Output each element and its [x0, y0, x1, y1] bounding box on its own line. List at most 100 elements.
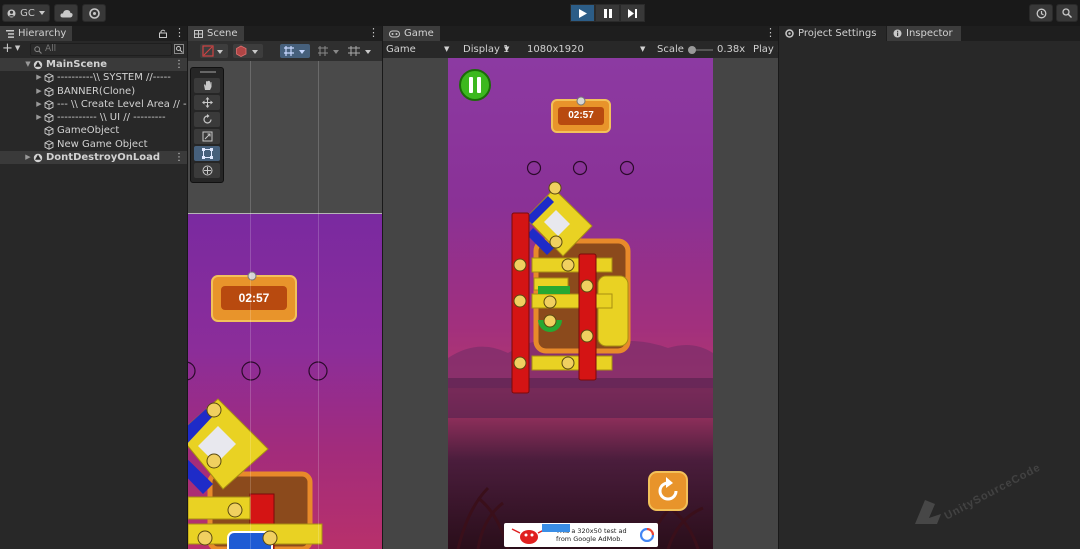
hierarchy-row[interactable]: New Game Object [0, 138, 187, 151]
hierarchy-tabbar: Hierarchy ⋮ [0, 26, 187, 41]
gear-icon [88, 7, 100, 19]
expand-arrow-right-icon[interactable]: ▶ [35, 85, 43, 98]
move-tool-button[interactable] [194, 95, 220, 110]
hierarchy-row-label: BANNER(Clone) [57, 85, 136, 97]
tab-inspector[interactable]: Inspector [887, 26, 961, 41]
scene-viewport[interactable]: 02:57 [188, 61, 382, 549]
play-focus-dropdown[interactable]: Play F [753, 43, 778, 56]
play-controls [570, 4, 645, 22]
watermark-text: UnitySourceCode [942, 461, 1043, 523]
hierarchy-scene-row[interactable]: ▶ DontDestroyOnLoad ⋮ [0, 151, 187, 165]
expand-arrow-right-icon[interactable]: ▶ [35, 111, 43, 124]
gameobject-cube-icon [44, 86, 54, 97]
grid-settings-button[interactable] [346, 44, 376, 58]
hierarchy-search-input[interactable]: All [30, 43, 172, 56]
scale-slider-thumb[interactable] [688, 46, 696, 54]
hierarchy-row[interactable]: ▶ --- \\ Create Level Area // -- [0, 98, 187, 111]
hand-icon [203, 80, 211, 90]
play-button[interactable] [570, 4, 595, 22]
display-label: Display 1 [463, 44, 510, 55]
hierarchy-menu-icon[interactable]: ⋮ [174, 27, 185, 39]
resolution-dropdown[interactable]: 1080x1920 ▼ [527, 43, 649, 56]
move-icon [201, 97, 213, 108]
chevron-down-icon: ▼ [444, 45, 450, 53]
render-mode-button[interactable] [233, 44, 263, 58]
right-tabbar: Project Settings Inspector [779, 26, 1080, 41]
display-dropdown[interactable]: Display 1 ▼ [463, 43, 513, 56]
scene-grid-line [188, 213, 382, 214]
grid-settings-icon [348, 46, 371, 56]
scale-label: Scale [657, 44, 684, 55]
search-icon [34, 46, 42, 54]
pause-game-button[interactable] [459, 69, 491, 101]
grid-snap-icon [284, 46, 305, 56]
transform-tool-button[interactable] [194, 163, 220, 178]
right-panel: Project Settings Inspector UnitySourceCo… [779, 26, 1080, 549]
rotate-tool-button[interactable] [194, 112, 220, 127]
gizmo-toggle-button[interactable] [280, 44, 310, 58]
rect-tool-button[interactable] [194, 146, 220, 161]
target-slot [241, 361, 261, 381]
tab-hierarchy[interactable]: Hierarchy [0, 26, 73, 41]
tool-palette-handle[interactable] [200, 71, 216, 73]
tab-scene-label: Scene [207, 28, 238, 39]
snap-increment-button[interactable] [316, 44, 344, 58]
hand-tool-button[interactable] [194, 78, 220, 93]
rotate-icon [202, 114, 212, 124]
game-panel: Game ⋮ Game ▼ Display 1 ▼ 1080x1920 ▼ Sc… [383, 26, 778, 549]
game-screen[interactable]: 02:57 This a 320x50 test ad from Google … [448, 58, 713, 549]
hierarchy-row[interactable]: GameObject [0, 124, 187, 137]
hierarchy-row-label: MainScene [46, 59, 108, 70]
expand-arrow-down-icon[interactable]: ▼ [24, 58, 32, 71]
test-ad-banner[interactable]: This a 320x50 test ad from Google AdMob. [504, 523, 658, 547]
create-button[interactable]: + ▼ [2, 42, 20, 55]
services-button[interactable] [82, 4, 106, 22]
grid-icon [194, 29, 203, 38]
hierarchy-row[interactable]: ▶ ----------- \\ UI // --------- [0, 111, 187, 124]
hierarchy-scene-row[interactable]: ▼ MainScene ⋮ [0, 58, 187, 72]
lock-icon[interactable] [159, 29, 167, 38]
unity-scene-icon [33, 153, 43, 163]
cloud-button[interactable] [54, 4, 78, 22]
resolution-label: 1080x1920 [527, 44, 584, 55]
hierarchy-search-placeholder: All [45, 44, 57, 54]
expand-arrow-right-icon[interactable]: ▶ [35, 98, 43, 111]
tab-game[interactable]: Game [383, 26, 440, 41]
scale-tool-button[interactable] [194, 129, 220, 144]
scale-slider[interactable] [688, 46, 713, 54]
gameobject-cube-icon [44, 126, 54, 137]
step-button[interactable] [620, 4, 645, 22]
search-icon [1062, 8, 1072, 18]
hierarchy-row[interactable]: ▶ BANNER(Clone) [0, 85, 187, 98]
hierarchy-row[interactable]: ▶ ----------\\ SYSTEM //----- [0, 71, 187, 84]
hierarchy-row-label: New Game Object [57, 138, 148, 150]
scene-menu-icon[interactable]: ⋮ [368, 27, 379, 39]
main-toolbar: GC [0, 0, 1080, 26]
hierarchy-row-label: GameObject [57, 125, 120, 137]
gameobject-cube-icon [44, 73, 54, 83]
tab-project-settings[interactable]: Project Settings [779, 26, 886, 41]
transform-tools [190, 67, 224, 183]
account-button[interactable]: GC [2, 4, 50, 22]
expand-arrow-right-icon[interactable]: ▶ [35, 71, 43, 84]
restart-button[interactable] [648, 471, 688, 511]
hierarchy-row-label: ----------\\ SYSTEM //----- [57, 72, 171, 84]
global-search-button[interactable] [1056, 4, 1078, 22]
game-menu-icon[interactable]: ⋮ [765, 27, 776, 39]
game-mode-dropdown[interactable]: Game ▼ [386, 43, 454, 56]
list-icon [6, 29, 14, 38]
scale-icon [202, 131, 212, 142]
history-button[interactable] [1029, 4, 1053, 22]
scene-row-menu-icon[interactable]: ⋮ [174, 58, 184, 71]
watermark-logo-icon [915, 500, 941, 524]
tab-scene[interactable]: Scene [188, 26, 244, 41]
filter-icon[interactable] [174, 44, 184, 54]
gameobject-cube-icon [44, 113, 54, 123]
pause-button[interactable] [595, 4, 620, 22]
expand-arrow-right-icon[interactable]: ▶ [24, 151, 32, 164]
scene-row-menu-icon[interactable]: ⋮ [174, 151, 184, 164]
game-mode-label: Game [386, 44, 416, 55]
scene-canvas-preview: 02:57 [188, 214, 382, 549]
game-viewport[interactable]: 02:57 This a 320x50 test ad from Google … [383, 58, 778, 549]
draw-mode-button[interactable] [200, 44, 228, 58]
